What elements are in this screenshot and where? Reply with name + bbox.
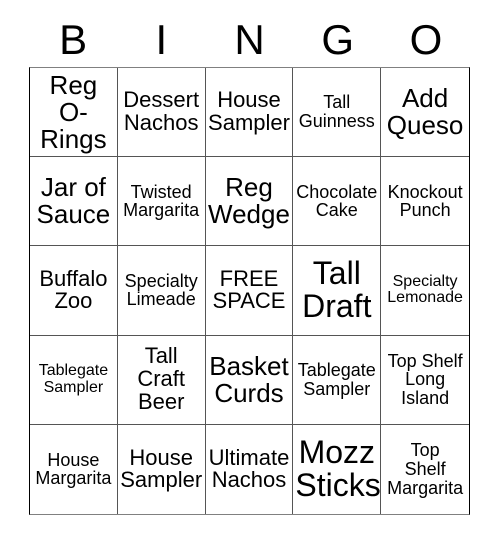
bingo-header-letter-i: I — [155, 16, 168, 63]
bingo-cell-label: Dessert Nachos — [123, 87, 200, 136]
bingo-cell-label: Ultimate Nachos — [208, 444, 290, 493]
bingo-cell-label: Tall Draft — [302, 255, 372, 325]
bingo-cell-r1-c3[interactable]: House Sampler — [205, 68, 294, 158]
bingo-grid: Reg O- Rings Dessert Nachos House Sampler T… — [29, 67, 470, 515]
bingo-cell-label: FREE SPACE — [212, 265, 286, 314]
bingo-cell-label: Tablegate Sampler — [38, 362, 109, 396]
bingo-cell-label: Buffalo Zoo — [39, 265, 108, 314]
bingo-cell-label: Mozz Sticks — [295, 434, 381, 504]
bingo-cell-r1-c4[interactable]: Tall Guinness — [293, 68, 382, 158]
bingo-cell-label: Top Shelf Long Island — [387, 350, 463, 409]
bingo-cell-label: Tall Craft Beer — [137, 343, 186, 415]
bingo-cell-label: House Margarita — [35, 449, 112, 489]
bingo-cell-label: Specialty Lemonade — [387, 272, 463, 307]
bingo-cell-r4-c1[interactable]: Tablegate Sampler — [30, 335, 118, 425]
bingo-header-letter-o: O — [409, 16, 443, 63]
bingo-cell-r4-c5[interactable]: Top Shelf Long Island — [381, 335, 469, 425]
bingo-header-letter-g: G — [321, 16, 355, 63]
bingo-card: BINGO Reg O- Rings Dessert Nachos House Sa… — [0, 0, 500, 544]
bingo-cell-r3-c2[interactable]: Specialty Limeade — [117, 246, 206, 336]
bingo-cell-r3-c4[interactable]: Tall Draft — [293, 246, 382, 336]
bingo-cell-r3-c1[interactable]: Buffalo Zoo — [30, 246, 118, 336]
bingo-cell-r4-c2[interactable]: Tall Craft Beer — [117, 335, 206, 425]
bingo-cell-label: Chocolate Cake — [296, 181, 378, 221]
bingo-cell-r2-c3[interactable]: Reg Wedge — [205, 157, 294, 247]
bingo-cell-label: Specialty Limeade — [124, 270, 198, 310]
bingo-cell-label: Basket Curds — [209, 350, 289, 408]
bingo-cell-r5-c3[interactable]: Ultimate Nachos — [205, 424, 294, 514]
bingo-cell-r2-c5[interactable]: Knockout Punch — [381, 157, 469, 247]
bingo-cell-label: Tall Guinness — [298, 92, 375, 132]
bingo-cell-r1-c2[interactable]: Dessert Nachos — [117, 68, 206, 158]
bingo-cell-label: Top Shelf Margarita — [387, 440, 464, 498]
bingo-cell-label: Knockout Punch — [387, 181, 463, 221]
bingo-header-row: BINGO — [29, 14, 470, 66]
bingo-cell-r5-c4[interactable]: Mozz Sticks — [293, 424, 382, 514]
bingo-cell-label: House Sampler — [120, 444, 203, 493]
bingo-cell-r3-c5[interactable]: Specialty Lemonade — [381, 246, 469, 336]
bingo-cell-label: Tablegate Sampler — [297, 359, 376, 399]
bingo-cell-label: Reg O- Rings — [40, 69, 107, 154]
bingo-cell-r4-c4[interactable]: Tablegate Sampler — [293, 335, 382, 425]
bingo-cell-r5-c1[interactable]: House Margarita — [30, 424, 118, 514]
bingo-cell-r2-c4[interactable]: Chocolate Cake — [293, 157, 382, 247]
bingo-cell-r2-c1[interactable]: Jar of Sauce — [30, 157, 118, 247]
bingo-header-letter-b: B — [59, 16, 88, 63]
bingo-cell-r3-c3[interactable]: FREE SPACE — [205, 246, 294, 336]
bingo-cell-label: Add Queso — [386, 83, 464, 141]
bingo-cell-label: House Sampler — [208, 87, 290, 136]
bingo-header-letter-n: N — [234, 16, 265, 63]
bingo-cell-r2-c2[interactable]: Twisted Margarita — [117, 157, 206, 247]
bingo-cell-r1-c1[interactable]: Reg O- Rings — [30, 68, 118, 158]
bingo-cell-r5-c5[interactable]: Top Shelf Margarita — [381, 424, 469, 514]
bingo-cell-label: Jar of Sauce — [36, 172, 111, 230]
bingo-cell-r5-c2[interactable]: House Sampler — [117, 424, 206, 514]
bingo-cell-label: Reg Wedge — [208, 172, 290, 230]
bingo-cell-r4-c3[interactable]: Basket Curds — [205, 335, 294, 425]
bingo-cell-r1-c5[interactable]: Add Queso — [381, 68, 469, 158]
bingo-cell-label: Twisted Margarita — [123, 181, 200, 221]
